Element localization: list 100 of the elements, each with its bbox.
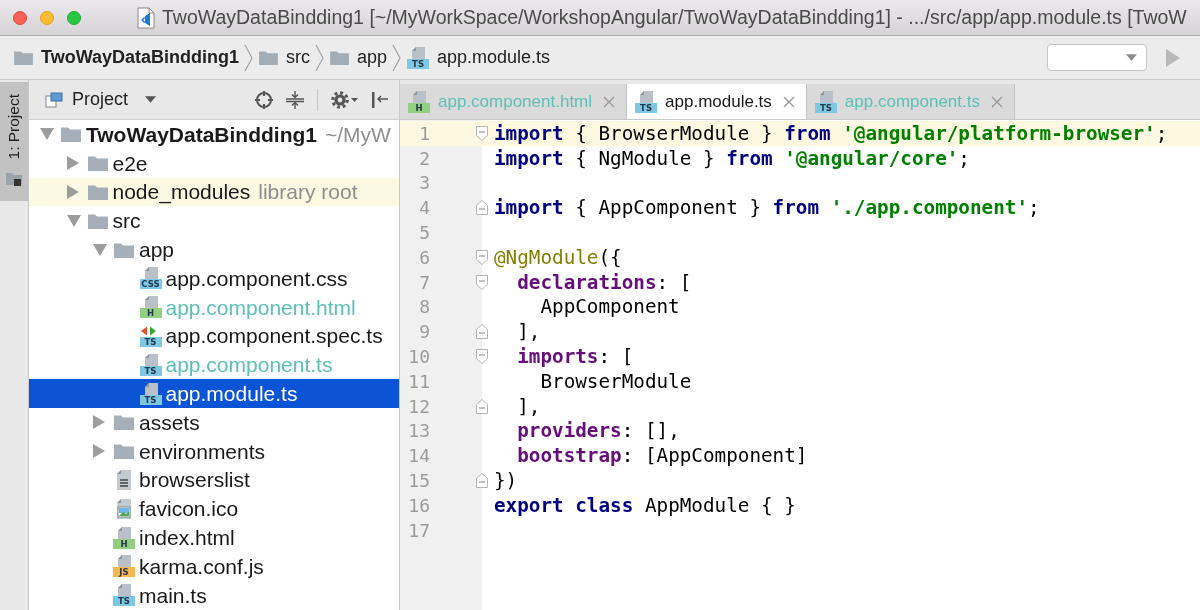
tree-item[interactable]: TS main.ts (29, 580, 399, 610)
tree-item[interactable]: assets (29, 407, 399, 437)
close-icon[interactable] (991, 95, 1003, 108)
line-number: 10 (407, 346, 431, 368)
tree-item[interactable]: e2e (29, 148, 399, 178)
tree-item[interactable]: CSS app.component.css (29, 264, 399, 293)
editor-tab[interactable]: TS app.component.ts (806, 84, 1015, 119)
code-line: providers: [], (516, 419, 680, 443)
tree-item[interactable]: node_modules library root (29, 177, 399, 207)
editor-tab[interactable]: H app.component.html (400, 84, 628, 119)
fold-end-marker-icon[interactable] (476, 473, 488, 489)
folder-icon (114, 241, 134, 258)
code-line: export class AppModule { } (493, 493, 796, 517)
chevron-icon (391, 43, 402, 72)
breadcrumb-item[interactable]: app (330, 47, 388, 68)
run-configuration-dropdown[interactable] (1047, 44, 1147, 71)
caret-right-icon[interactable] (93, 415, 105, 430)
breadcrumb-item[interactable]: src (259, 47, 310, 68)
fold-marker-icon[interactable] (476, 274, 488, 290)
code-line: import { AppComponent } from './app.component'; (493, 196, 1040, 220)
folder-icon (259, 50, 278, 65)
tree-item[interactable]: TS app.component.spec.ts (29, 321, 399, 351)
chevron-icon (243, 43, 253, 72)
editor-tab[interactable]: TS app.module.ts (627, 84, 807, 119)
caret-right-icon[interactable] (66, 156, 79, 171)
crosshair-icon[interactable] (255, 90, 273, 109)
code-line: BrowserModule (539, 369, 692, 393)
folder-icon (114, 414, 134, 431)
line-number: 8 (418, 296, 431, 318)
folder-icon (87, 212, 108, 229)
tree-item[interactable]: H app.component.html (29, 292, 399, 322)
code-line: }) (493, 468, 518, 493)
caret-right-icon[interactable] (93, 444, 105, 459)
fold-marker-icon[interactable] (476, 125, 488, 141)
tree-item[interactable]: environments (29, 436, 399, 466)
tree-item-note: ~/MyW (325, 121, 391, 147)
chevron-icon (314, 43, 324, 72)
close-icon[interactable] (782, 95, 795, 108)
code-line: import { NgModule } from '@angular/core'; (493, 146, 970, 170)
text-file-icon (116, 468, 132, 491)
folder-icon (87, 155, 108, 172)
project-view-dropdown[interactable]: Project (45, 89, 157, 110)
close-button[interactable] (13, 10, 27, 25)
code-editor[interactable] (400, 120, 1200, 610)
folder-icon (61, 126, 81, 143)
caret-icon (145, 96, 157, 103)
folder-icon (114, 443, 134, 460)
line-number: 6 (418, 246, 431, 268)
tree-item[interactable]: src (29, 206, 399, 236)
tool-window-tab[interactable]: 1: Project (0, 82, 28, 202)
fold-end-marker-icon[interactable] (476, 324, 488, 340)
panel-icon (45, 91, 63, 108)
arrow-to-bar-icon[interactable] (372, 90, 388, 109)
line-number: 2 (418, 147, 431, 169)
folder-icon (87, 184, 108, 200)
fold-marker-icon[interactable] (476, 249, 488, 265)
code-line: declarations: [ (516, 270, 692, 294)
tree-item[interactable]: TS app.module.ts (29, 379, 399, 408)
caret-down-icon[interactable] (40, 128, 54, 141)
maximize-button[interactable] (67, 10, 81, 25)
line-number: 9 (418, 321, 431, 343)
line-number: 11 (407, 370, 431, 392)
line-number: 12 (407, 395, 431, 417)
caret-right-icon[interactable] (66, 185, 79, 199)
breadcrumb-item[interactable]: TwoWayDataBindding1 (14, 47, 239, 68)
folder-icon (330, 50, 349, 65)
image-file-icon (116, 497, 132, 520)
breadcrumb-item[interactable]: TS app.module.ts (407, 46, 551, 69)
code-line: @NgModule({ (493, 245, 622, 269)
caret-down-icon[interactable] (93, 243, 107, 256)
folder-icon (6, 171, 22, 188)
document-icon (137, 6, 155, 29)
line-number: 14 (407, 445, 431, 467)
minimize-button[interactable] (40, 10, 54, 25)
caret-icon (1126, 54, 1137, 61)
tree-item[interactable]: app (29, 235, 399, 264)
fold-end-marker-icon[interactable] (476, 200, 488, 216)
caret-icon[interactable] (351, 97, 358, 102)
window-title: TwoWayDataBindding1 [~/MyWorkSpace/WorkshopAngular/TwoWayDataBindding1] - .../src/app/app.module.ts [TwoW (162, 6, 1187, 29)
code-line: imports: [ (516, 345, 634, 369)
fold-end-marker-icon[interactable] (476, 398, 488, 414)
tree-item[interactable]: JS karma.conf.js (29, 551, 399, 581)
tree-item[interactable]: H index.html (29, 523, 399, 552)
tree-item[interactable]: browserslist (29, 465, 399, 495)
line-number: 4 (418, 197, 431, 219)
line-number: 16 (407, 494, 431, 516)
gear-icon[interactable] (331, 90, 349, 109)
close-icon[interactable] (603, 95, 616, 108)
code-line: AppComponent (539, 295, 680, 319)
code-line: ], (516, 320, 541, 344)
fold-marker-icon[interactable] (476, 349, 488, 365)
play-icon[interactable] (1166, 48, 1180, 67)
caret-down-icon[interactable] (66, 214, 81, 227)
tree-item[interactable]: favicon.ico (29, 494, 399, 524)
tree-item[interactable]: TS app.component.ts (29, 350, 399, 380)
collapse-all-icon[interactable] (286, 90, 304, 109)
line-number: 5 (418, 222, 431, 244)
code-line: bootstrap: [AppComponent] (516, 444, 808, 468)
tree-item[interactable]: TwoWayDataBindding1 ~/MyW (29, 120, 399, 149)
tree-item-note: library root (258, 179, 358, 205)
